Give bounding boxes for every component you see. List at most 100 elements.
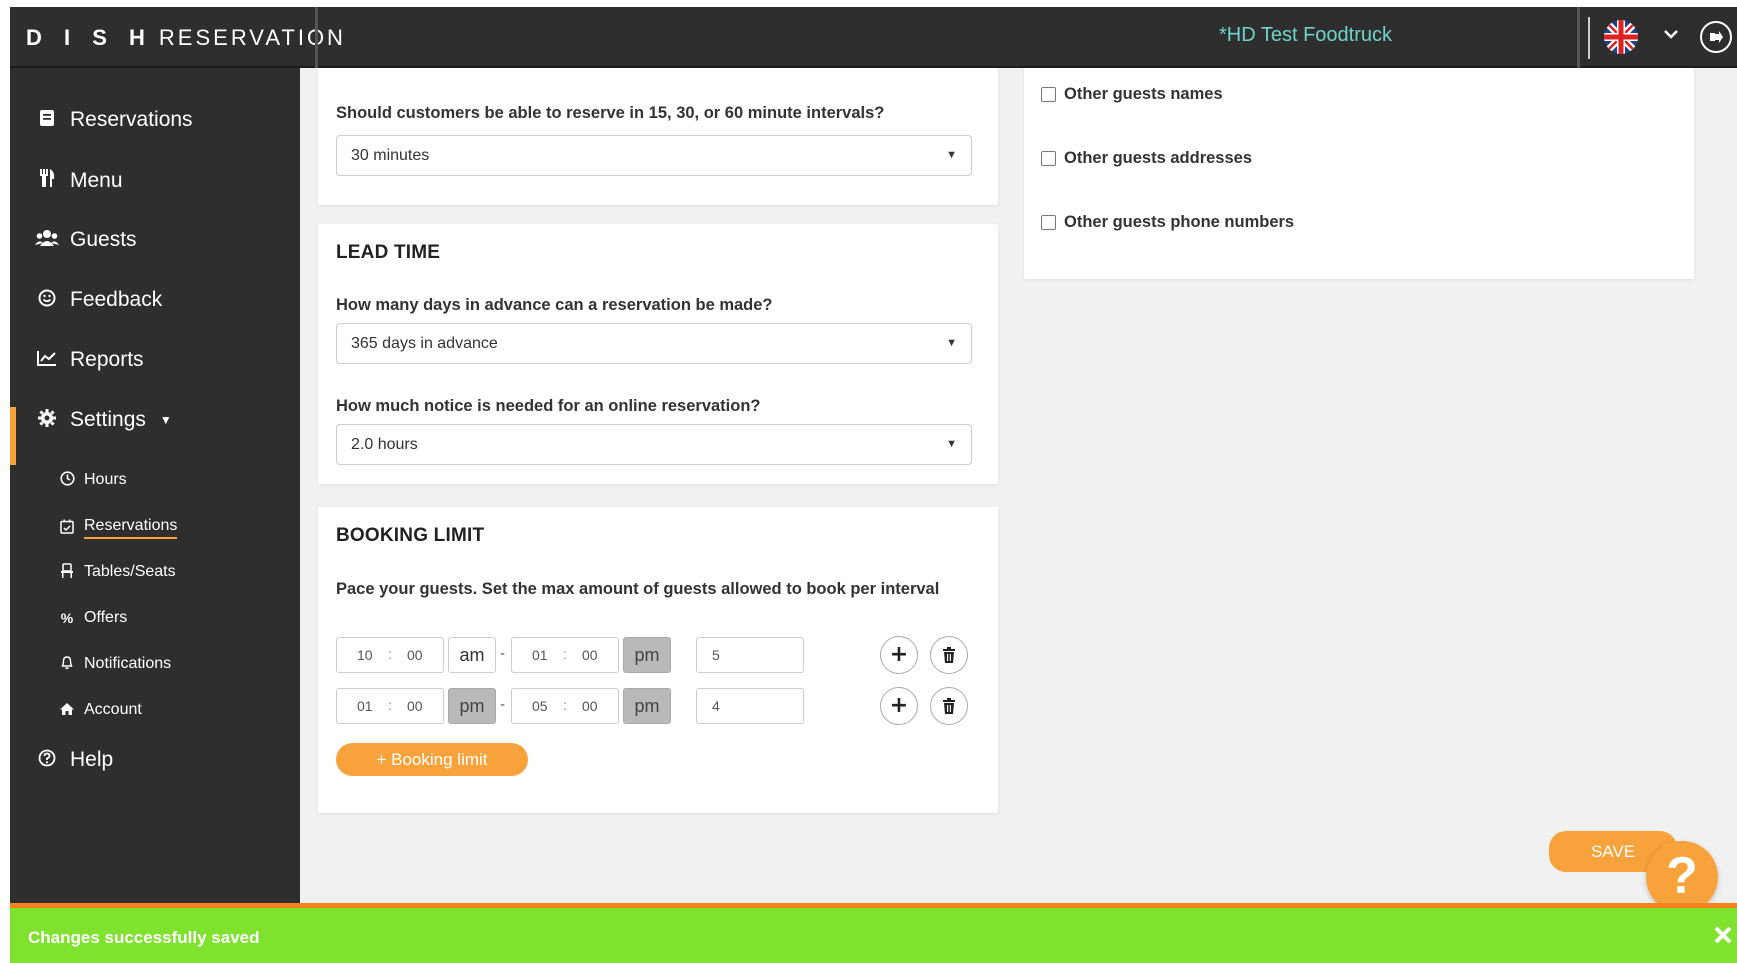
- to-minute: 00: [582, 647, 598, 663]
- sidebar-item-menu[interactable]: Menu: [34, 168, 123, 193]
- app-frame: D I S H RESERVATION *HD Test Foodtruck R…: [10, 7, 1737, 963]
- range-dash: -: [500, 697, 506, 713]
- interval-select[interactable]: 30 minutes ▼: [336, 135, 972, 176]
- lead-time-card: LEAD TIME How many days in advance can a…: [318, 224, 998, 484]
- restaurant-name[interactable]: *HD Test Foodtruck: [1219, 24, 1392, 47]
- booking-limit-heading: BOOKING LIMIT: [336, 525, 485, 546]
- uk-flag-icon[interactable]: [1604, 20, 1638, 54]
- from-time-input[interactable]: 10 : 00: [336, 637, 444, 673]
- notice-select[interactable]: 2.0 hours ▼: [336, 424, 972, 465]
- app-logo[interactable]: D I S H RESERVATION: [26, 25, 346, 51]
- sidebar-sub-label: Offers: [84, 609, 128, 626]
- sidebar-item-feedback[interactable]: Feedback: [34, 288, 162, 312]
- range-dash: -: [500, 646, 506, 662]
- smiley-icon: [34, 289, 60, 312]
- sidebar-item-label: Settings: [70, 408, 146, 431]
- max-guests-input[interactable]: 4: [696, 688, 804, 724]
- active-indicator: [10, 407, 16, 465]
- logo-divider: [315, 7, 318, 68]
- from-minute: 00: [407, 698, 423, 714]
- from-ampm-toggle[interactable]: am: [448, 637, 496, 673]
- sidebar-item-settings[interactable]: Settings ▼: [34, 408, 172, 432]
- sidebar-sub-label: Notifications: [84, 655, 172, 672]
- calendar-check-icon: [58, 519, 76, 537]
- checkbox-row[interactable]: Other guests names: [1041, 85, 1223, 104]
- time-colon: :: [388, 697, 392, 713]
- guest-info-card: Other guests names Other guests addresse…: [1024, 68, 1694, 279]
- from-minute: 00: [407, 647, 423, 663]
- header-divider: [1577, 7, 1580, 68]
- cutlery-icon: [34, 168, 60, 193]
- sidebar-sub-offers[interactable]: % Offers: [58, 609, 128, 627]
- sidebar-item-label: Menu: [70, 168, 123, 192]
- sidebar-item-guests[interactable]: Guests: [34, 228, 137, 252]
- checkbox[interactable]: [1041, 87, 1056, 102]
- home-icon: [58, 702, 76, 719]
- trash-icon: [943, 647, 955, 663]
- chart-icon: [34, 350, 60, 371]
- sidebar-sub-account[interactable]: Account: [58, 701, 142, 719]
- sidebar-sub-reservations[interactable]: Reservations: [58, 517, 178, 539]
- from-hour: 01: [357, 698, 373, 714]
- checkbox-row[interactable]: Other guests phone numbers: [1041, 213, 1294, 232]
- to-ampm-toggle[interactable]: pm: [623, 637, 671, 673]
- question-icon: [34, 749, 60, 772]
- percent-icon: %: [60, 610, 74, 626]
- caret-down-icon: ▼: [159, 413, 172, 427]
- caret-down-icon: ▼: [946, 337, 957, 349]
- checkbox-label: Other guests names: [1064, 85, 1223, 103]
- time-colon: :: [388, 646, 392, 662]
- to-hour: 01: [532, 647, 548, 663]
- logout-icon[interactable]: [1700, 21, 1732, 53]
- booking-limit-description: Pace your guests. Set the max amount of …: [336, 580, 940, 598]
- to-ampm-toggle[interactable]: pm: [623, 688, 671, 724]
- add-row-button[interactable]: +: [880, 636, 918, 674]
- sidebar-sub-hours[interactable]: Hours: [58, 471, 127, 489]
- from-hour: 10: [357, 647, 373, 663]
- sidebar: Reservations Menu Guests Feedback Report…: [10, 68, 300, 963]
- to-minute: 00: [582, 698, 598, 714]
- sidebar-item-reservations[interactable]: Reservations: [34, 108, 193, 132]
- to-time-input[interactable]: 05 : 00: [511, 688, 619, 724]
- time-colon: :: [563, 697, 567, 713]
- checkbox[interactable]: [1041, 215, 1056, 230]
- sidebar-sub-label: Tables/Seats: [84, 563, 176, 580]
- sidebar-item-label: Reports: [70, 348, 144, 371]
- lead-time-heading: LEAD TIME: [336, 242, 441, 263]
- advance-value: 365 days in advance: [351, 335, 498, 352]
- booking-limit-card: BOOKING LIMIT Pace your guests. Set the …: [318, 507, 998, 813]
- to-hour: 05: [532, 698, 548, 714]
- notice-value: 2.0 hours: [351, 436, 418, 453]
- sidebar-item-label: Feedback: [70, 288, 163, 311]
- from-ampm-toggle[interactable]: pm: [448, 688, 496, 724]
- max-guests-input[interactable]: 5: [696, 637, 804, 673]
- to-time-input[interactable]: 01 : 00: [511, 637, 619, 673]
- top-bar: D I S H RESERVATION *HD Test Foodtruck: [10, 7, 1737, 68]
- sidebar-sub-notifications[interactable]: Notifications: [58, 655, 171, 673]
- header-divider-light: [1588, 17, 1590, 59]
- clock-icon: [58, 471, 76, 489]
- sidebar-item-help[interactable]: Help: [34, 748, 113, 772]
- add-booking-limit-button[interactable]: + Booking limit: [336, 743, 528, 776]
- caret-down-icon: ▼: [946, 149, 957, 161]
- delete-row-button[interactable]: [930, 636, 968, 674]
- interval-question: Should customers be able to reserve in 1…: [336, 104, 885, 122]
- bell-icon: [58, 655, 76, 673]
- sidebar-item-label: Help: [70, 748, 114, 771]
- sidebar-sub-label: Account: [84, 701, 142, 718]
- sidebar-item-reports[interactable]: Reports: [34, 348, 144, 372]
- advance-select[interactable]: 365 days in advance ▼: [336, 323, 972, 364]
- language-chevron-down-icon[interactable]: [1662, 25, 1680, 48]
- delete-row-button[interactable]: [930, 687, 968, 725]
- from-time-input[interactable]: 01 : 00: [336, 688, 444, 724]
- sidebar-sub-tables-seats[interactable]: Tables/Seats: [58, 563, 176, 581]
- close-icon[interactable]: [1713, 922, 1733, 952]
- checkbox-row[interactable]: Other guests addresses: [1041, 149, 1252, 168]
- checkbox[interactable]: [1041, 151, 1056, 166]
- checkbox-label: Other guests phone numbers: [1064, 213, 1295, 231]
- interval-card: Should customers be able to reserve in 1…: [318, 68, 998, 205]
- sidebar-sub-label: Hours: [84, 471, 127, 488]
- plus-icon: +: [889, 642, 909, 667]
- add-row-button[interactable]: +: [880, 687, 918, 725]
- users-icon: [34, 229, 60, 252]
